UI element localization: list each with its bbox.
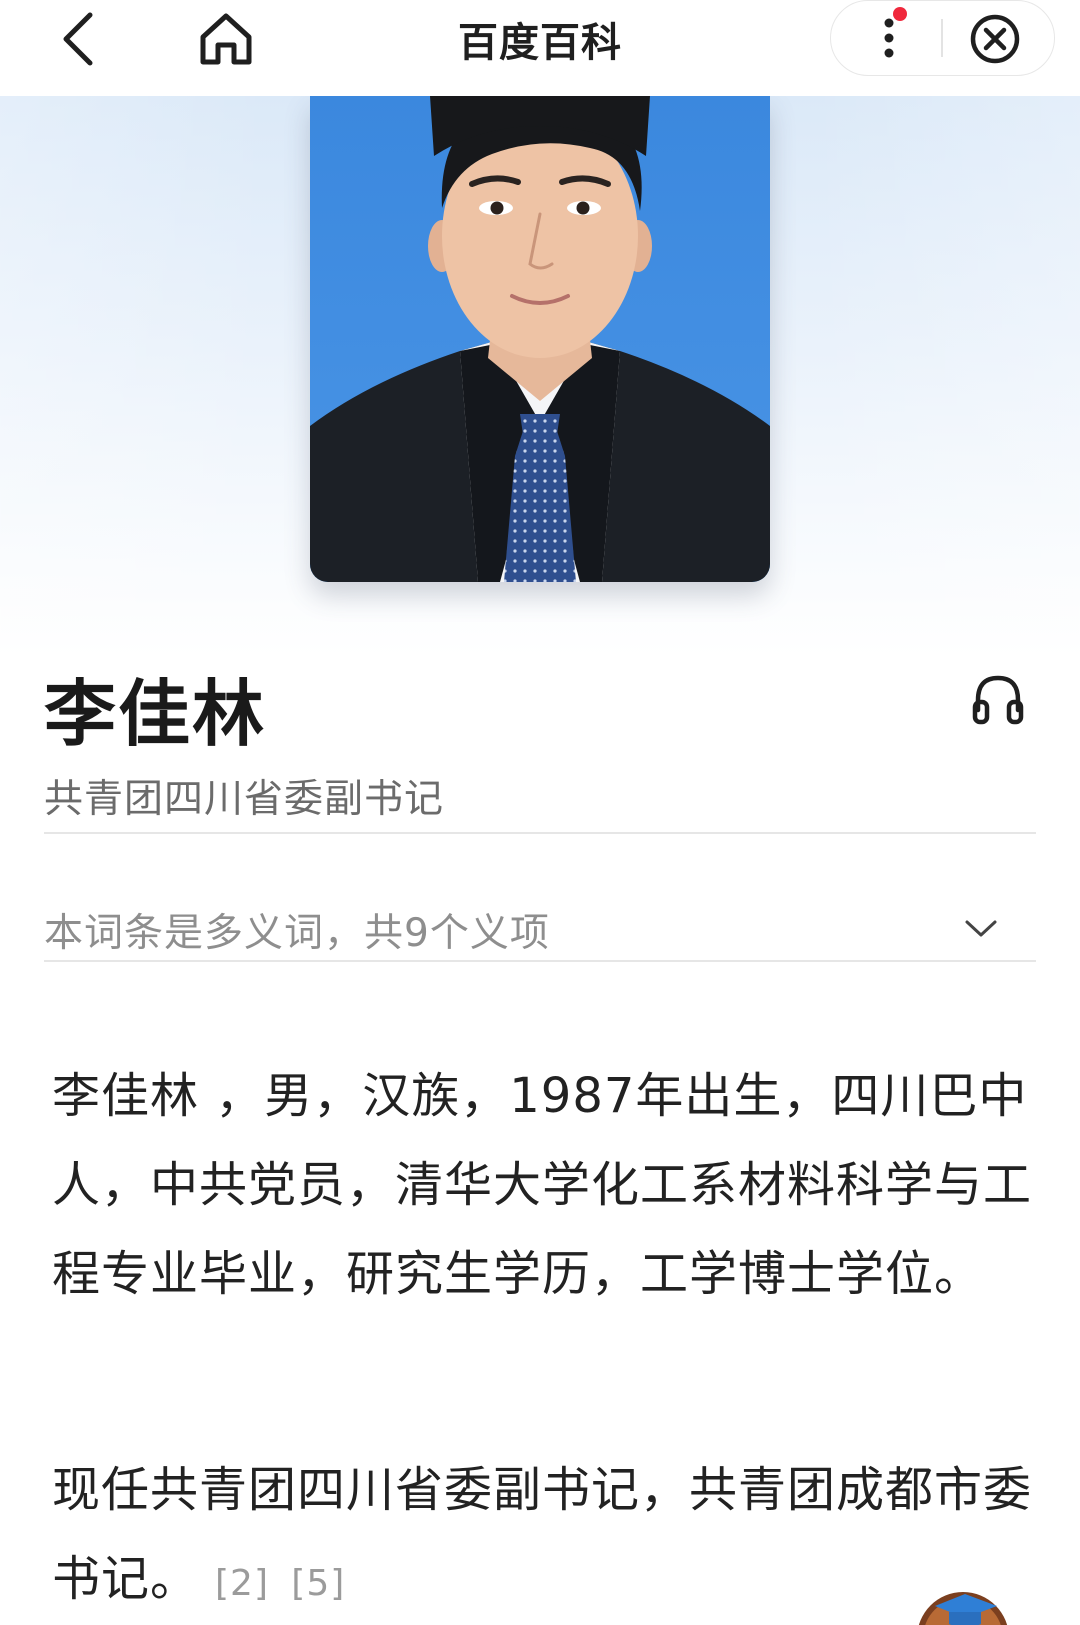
capsule-divider [941, 19, 943, 57]
reference-link[interactable]: [2] [215, 1563, 269, 1604]
entry-name: 李佳林 [44, 672, 267, 756]
current-position-text: 现任共青团四川省委副书记，共青团成都市委书记。 [52, 1462, 1033, 1607]
polysemy-notice[interactable]: 本词条是多义词，共9个义项 [44, 902, 550, 958]
summary-paragraph: 李佳林 ，男，汉族，1987年出生，四川巴中人，中共党员，清华大学化工系材料科学… [52, 1068, 1033, 1302]
assistant-avatar-icon[interactable] [905, 1568, 1025, 1625]
divider-bottom [44, 960, 1036, 962]
divider-top [44, 832, 1036, 834]
notification-dot [893, 7, 907, 21]
vertical-dots-icon[interactable] [849, 7, 929, 69]
entry-subtitle: 共青团四川省委副书记 [44, 777, 445, 822]
top-navigation-bar: 百度百科 [0, 0, 1080, 96]
headphones-icon[interactable] [968, 668, 1028, 730]
current-position-paragraph: 现任共青团四川省委副书记，共青团成都市委书记。 [2] [5] [52, 1446, 1037, 1625]
portrait-image[interactable] [310, 96, 770, 582]
menu-capsule [830, 0, 1055, 76]
close-circle-icon[interactable] [955, 7, 1035, 71]
reference-link[interactable]: [5] [291, 1563, 345, 1604]
chevron-down-icon[interactable] [955, 905, 1007, 953]
